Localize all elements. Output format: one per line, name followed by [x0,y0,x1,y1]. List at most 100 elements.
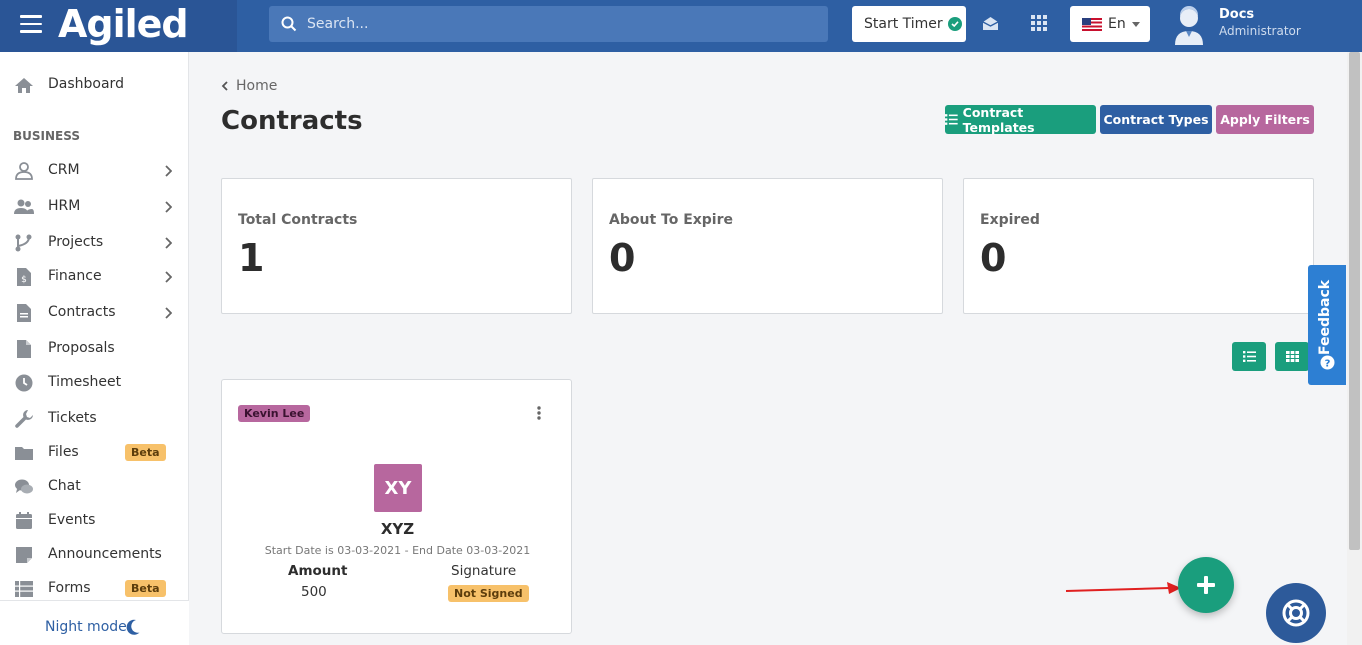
grid-apps-icon[interactable] [1031,15,1047,31]
top-header: Agiled Start Timer En Docs Administrator [0,0,1362,52]
sidebar-item-proposals[interactable]: Proposals [0,334,189,364]
comments-icon [15,479,33,494]
sidebar-item-hrm[interactable]: HRM [0,192,189,222]
sidebar-item-label: HRM [48,198,81,214]
moon-icon [126,619,140,635]
search-bar[interactable] [269,6,828,42]
contract-types-button[interactable]: Contract Types [1100,105,1212,134]
sidebar-item-label: Projects [48,234,104,250]
search-icon [281,16,297,32]
sidebar-item-label: Events [48,512,96,528]
sticky-note-icon [16,547,32,563]
grid-view-button[interactable] [1275,342,1309,371]
life-ring-icon [1282,599,1310,627]
help-support-button[interactable] [1266,583,1326,643]
night-mode-toggle[interactable]: Night mode [0,600,189,645]
list-view-icon [1242,351,1256,362]
sidebar-item-label: Announcements [48,546,162,562]
sidebar-item-finance[interactable]: $ Finance [0,262,189,292]
users-icon [14,199,34,214]
kebab-menu-icon[interactable] [537,406,541,420]
scrollbar-thumb[interactable] [1349,52,1360,550]
sidebar-item-label: Contracts [48,304,116,320]
language-label: En [1108,16,1126,32]
signature-status-badge: Not Signed [448,585,529,602]
sidebar-item-label: Tickets [48,410,97,426]
sidebar-item-events[interactable]: Events [0,506,189,536]
stat-card-about-to-expire: About To Expire 0 [592,178,943,314]
user-role: Administrator [1219,24,1301,38]
sidebar-item-announcements[interactable]: Announcements [0,540,189,570]
plus-icon [1197,576,1215,594]
folder-icon [15,447,33,460]
branch-icon [15,234,32,252]
sidebar-item-timesheet[interactable]: Timesheet [0,368,189,398]
start-timer-button[interactable]: Start Timer [852,6,966,42]
contract-initials-avatar: XY [374,464,422,512]
sidebar-item-projects[interactable]: Projects [0,228,189,258]
envelope-open-icon[interactable] [982,15,999,32]
apply-filters-button[interactable]: Apply Filters [1216,105,1314,134]
dollar-file-icon: $ [17,268,31,286]
list-view-button[interactable] [1232,342,1266,371]
chevron-right-icon [165,237,172,249]
hamburger-menu-icon[interactable] [20,15,42,33]
user-name[interactable]: Docs [1219,7,1254,22]
sidebar-item-label: Timesheet [48,374,122,390]
chevron-right-icon [165,307,172,319]
language-selector[interactable]: En [1070,6,1150,42]
night-mode-label: Night mode [45,619,127,635]
clock-icon [15,374,33,392]
sidebar-item-files[interactable]: Files Beta [0,438,189,468]
stat-value: 0 [980,236,1007,280]
client-tag[interactable]: Kevin Lee [238,405,311,422]
amount-label: Amount [288,563,348,579]
grid-view-icon [1285,351,1299,362]
user-icon [15,162,33,180]
sidebar-item-contracts[interactable]: Contracts [0,298,189,328]
question-circle-icon: ? [1320,355,1335,370]
breadcrumb[interactable]: Home [221,78,277,94]
sidebar-item-chat[interactable]: Chat [0,472,189,502]
page-title: Contracts [221,106,363,136]
sidebar-item-label: Forms [48,580,91,596]
page-scrollbar[interactable] [1347,52,1362,645]
red-arrow-annotation [1065,582,1181,594]
amount-value: 500 [301,584,327,600]
file-icon [17,340,31,358]
contract-card[interactable]: Kevin Lee XY XYZ Start Date is 03-03-202… [221,379,572,634]
signature-label: Signature [451,563,517,579]
stat-value: 0 [609,236,636,280]
stat-title: Total Contracts [238,212,358,228]
sidebar: Dashboard BUSINESS CRM HRM Projects $ Fi… [0,52,189,645]
search-input[interactable] [307,6,807,42]
chevron-left-icon [221,81,228,91]
svg-text:?: ? [1325,358,1331,369]
wrench-icon [15,410,33,428]
app-logo[interactable]: Agiled [58,2,189,46]
list-icon [15,581,33,597]
caret-down-icon [1131,21,1140,27]
feedback-label: Feedback [1317,279,1333,355]
beta-badge: Beta [125,444,166,461]
feedback-tab[interactable]: Feedback ? [1308,265,1346,385]
stat-card-total-contracts: Total Contracts 1 [221,178,572,314]
sidebar-item-label: Chat [48,478,81,494]
contract-templates-button[interactable]: Contract Templates [945,104,1096,135]
svg-text:$: $ [21,275,27,285]
sidebar-item-label: Finance [48,268,102,284]
sidebar-item-label: CRM [48,162,80,178]
add-contract-fab[interactable] [1178,557,1234,613]
user-avatar-icon[interactable] [1173,5,1205,45]
breadcrumb-home[interactable]: Home [236,78,277,94]
sidebar-item-crm[interactable]: CRM [0,156,189,186]
sidebar-item-label: Files [48,444,79,460]
contract-name[interactable]: XYZ [222,520,573,538]
start-timer-label: Start Timer [864,16,943,32]
sidebar-item-tickets[interactable]: Tickets [0,404,189,434]
sidebar-item-dashboard[interactable]: Dashboard [0,70,189,100]
list-ul-icon [945,114,958,125]
chevron-right-icon [165,201,172,213]
apply-filters-label: Apply Filters [1220,112,1310,127]
contract-templates-label: Contract Templates [962,104,1035,135]
